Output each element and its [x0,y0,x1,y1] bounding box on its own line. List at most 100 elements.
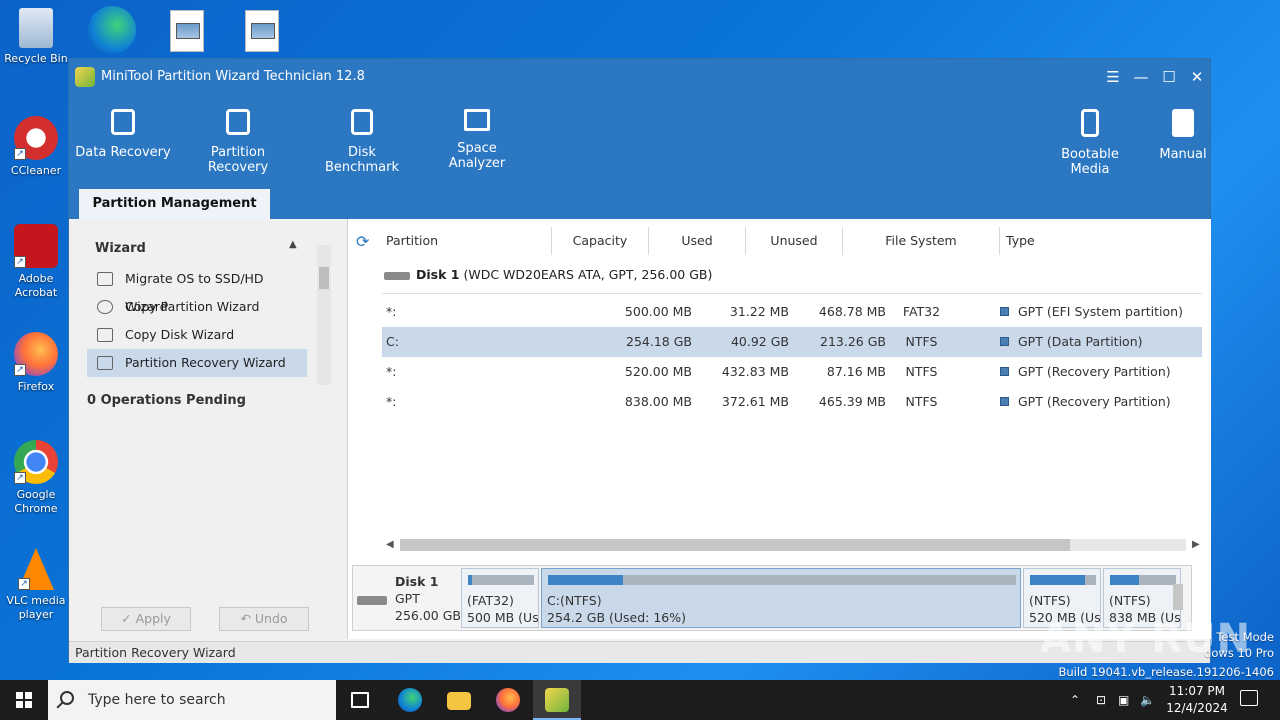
partition-recovery-button[interactable]: Partition Recovery [183,109,293,175]
bootable-media-button[interactable]: Bootable Media [1041,109,1139,177]
taskbar-edge[interactable] [386,680,434,720]
edge-desktop-icon[interactable] [88,6,136,54]
minimize-button[interactable]: — [1127,65,1155,89]
column-used[interactable]: Used [649,227,746,255]
firefox-icon: ↗ [14,332,58,376]
desktop-icon-label: CCleaner [10,164,62,177]
taskbar-minitool[interactable] [533,680,581,720]
column-type[interactable]: Type [1000,227,1200,255]
notification-icon[interactable] [1240,690,1258,706]
usage-bar-fill [468,575,472,585]
tray-chevron-icon[interactable]: ⌃ [1070,680,1086,720]
scrollbar-thumb[interactable] [1173,584,1183,610]
apply-button[interactable]: ✓ Apply [101,607,191,631]
disk-benchmark-label: Disk Benchmark [324,145,400,175]
table-row[interactable]: *: 838.00 MB 372.61 MB 465.39 MB NTFS GPT (Re… [382,387,1202,417]
status-bar: Partition Recovery Wizard [69,641,1210,663]
wizard-item-label: Copy Disk Wizard [125,327,235,342]
partition-label: (FAT32) [467,593,514,608]
start-button[interactable] [0,680,48,720]
wizard-item-copy-partition[interactable]: Copy Partition Wizard [87,293,307,321]
scroll-left-arrow-icon[interactable]: ◀ [386,537,394,553]
desktop-icon-label: Recycle Bin [4,52,68,65]
edge-icon [398,688,422,712]
disk-icon [357,596,387,605]
desktop-icon-firefox[interactable]: ↗ Firefox [0,332,72,394]
partition-type-square-icon [1000,337,1009,346]
defender-icon[interactable]: ▣ [1118,680,1132,720]
wizard-scrollbar[interactable] [317,245,331,385]
desktop-icon-recycle-bin[interactable]: Recycle Bin [0,8,72,66]
desktop-icon-google-chrome[interactable]: ↗ Google Chrome [0,440,72,516]
manual-label: Manual [1159,147,1207,162]
disk-map-info[interactable]: Disk 1 GPT 256.00 GB [353,566,461,630]
wizard-item-partition-recovery[interactable]: Partition Recovery Wizard [87,349,307,377]
desktop-icon-label: VLC media player [6,594,66,621]
build-text: Build 19041.vb_release.191206-1406 [1058,665,1274,679]
table-horizontal-scrollbar[interactable]: ◀ ▶ [384,537,1204,553]
network-icon[interactable]: ⊡ [1096,680,1110,720]
partition-recovery-label: Partition Recovery [207,145,269,175]
file-icon[interactable] [245,10,279,52]
column-file-system[interactable]: File System [843,227,1000,255]
file-icon[interactable] [170,10,204,52]
disk-map-partition[interactable]: (FAT32) 500 MB (Use [461,568,539,628]
disk-header-row[interactable]: Disk 1 (WDC WD20EARS ATA, GPT, 256.00 GB… [384,267,712,282]
table-row[interactable]: *: 520.00 MB 432.83 MB 87.16 MB NTFS GPT (Rec… [382,357,1202,387]
scrollbar-thumb[interactable] [319,267,329,289]
close-button[interactable]: ✕ [1183,65,1211,89]
partition-recovery-wizard-icon [97,356,113,370]
firefox-icon [496,688,520,712]
undo-button[interactable]: ↶ Undo [219,607,309,631]
collapse-caret-icon[interactable]: ▲ [289,239,297,250]
clock[interactable]: 11:07 PM 12/4/2024 [1160,683,1234,717]
copy-partition-icon [97,300,113,314]
task-view-icon [351,692,369,708]
cell-partition: *: [386,394,397,409]
usage-bar [468,575,534,585]
cell-type: GPT (Data Partition) [1018,334,1143,349]
taskbar-search[interactable]: Type here to search [48,680,336,720]
taskbar-file-explorer[interactable] [435,680,483,720]
refresh-icon[interactable]: ⟳ [356,233,374,251]
desktop-icon-vlc[interactable]: ↗ VLC media player [0,548,72,622]
test-mode-text: Test Mode [1216,630,1274,644]
desktop-icon-ccleaner[interactable]: ↗ CCleaner [0,116,72,178]
desktop-icon-adobe-acrobat[interactable]: ↗ Adobe Acrobat [0,224,72,300]
data-recovery-icon [111,109,135,135]
wizard-item-migrate-os[interactable]: Migrate OS to SSD/HD Wizard [87,265,307,314]
column-unused[interactable]: Unused [746,227,843,255]
divider [382,293,1202,294]
title-bar: MiniTool Partition Wizard Technician 12.… [69,59,1210,219]
bootable-media-label: Bootable Media [1061,147,1119,177]
partition-size-label: 254.2 GB (Used: 16%) [547,610,687,625]
column-partition[interactable]: Partition [386,227,552,255]
table-row[interactable]: C: 254.18 GB 40.92 GB 213.26 GB NTFS GPT (Dat… [382,327,1202,357]
disk-map-partition[interactable]: C:(NTFS) 254.2 GB (Used: 16%) [541,568,1021,628]
cell-type: GPT (Recovery Partition) [1018,364,1171,379]
table-row[interactable]: *: 500.00 MB 31.22 MB 468.78 MB FAT32 GPT (EF… [382,297,1202,327]
disk-benchmark-button[interactable]: Disk Benchmark [313,109,411,175]
shortcut-arrow-icon: ↗ [14,148,26,160]
space-analyzer-button[interactable]: Space Analyzer [431,109,523,171]
partition-table-panel: ⟳ Partition Capacity Used Unused File Sy… [347,219,1211,639]
volume-icon[interactable]: 🔈 [1140,680,1155,720]
menu-icon[interactable]: ☰ [1099,65,1127,89]
data-recovery-button[interactable]: Data Recovery [75,109,171,160]
wizard-panel: Wizard ▲ Migrate OS to SSD/HD Wizard Cop… [69,219,342,639]
task-view-button[interactable] [336,680,384,720]
wizard-item-label: Copy Partition Wizard [125,299,260,314]
usage-bar [548,575,1016,585]
taskbar-firefox[interactable] [484,680,532,720]
usb-drive-icon [1081,109,1099,137]
shortcut-arrow-icon: ↗ [14,364,26,376]
maximize-button[interactable]: ☐ [1155,65,1183,89]
disk-detail: (WDC WD20EARS ATA, GPT, 256.00 GB) [463,267,713,282]
space-analyzer-label: Space Analyzer [448,141,506,171]
wizard-item-copy-disk[interactable]: Copy Disk Wizard [87,321,307,349]
manual-button[interactable]: Manual [1157,109,1209,162]
scrollbar-thumb[interactable] [400,539,1070,551]
tab-partition-management[interactable]: Partition Management [79,189,270,219]
scroll-right-arrow-icon[interactable]: ▶ [1192,537,1200,553]
column-capacity[interactable]: Capacity [552,227,649,255]
